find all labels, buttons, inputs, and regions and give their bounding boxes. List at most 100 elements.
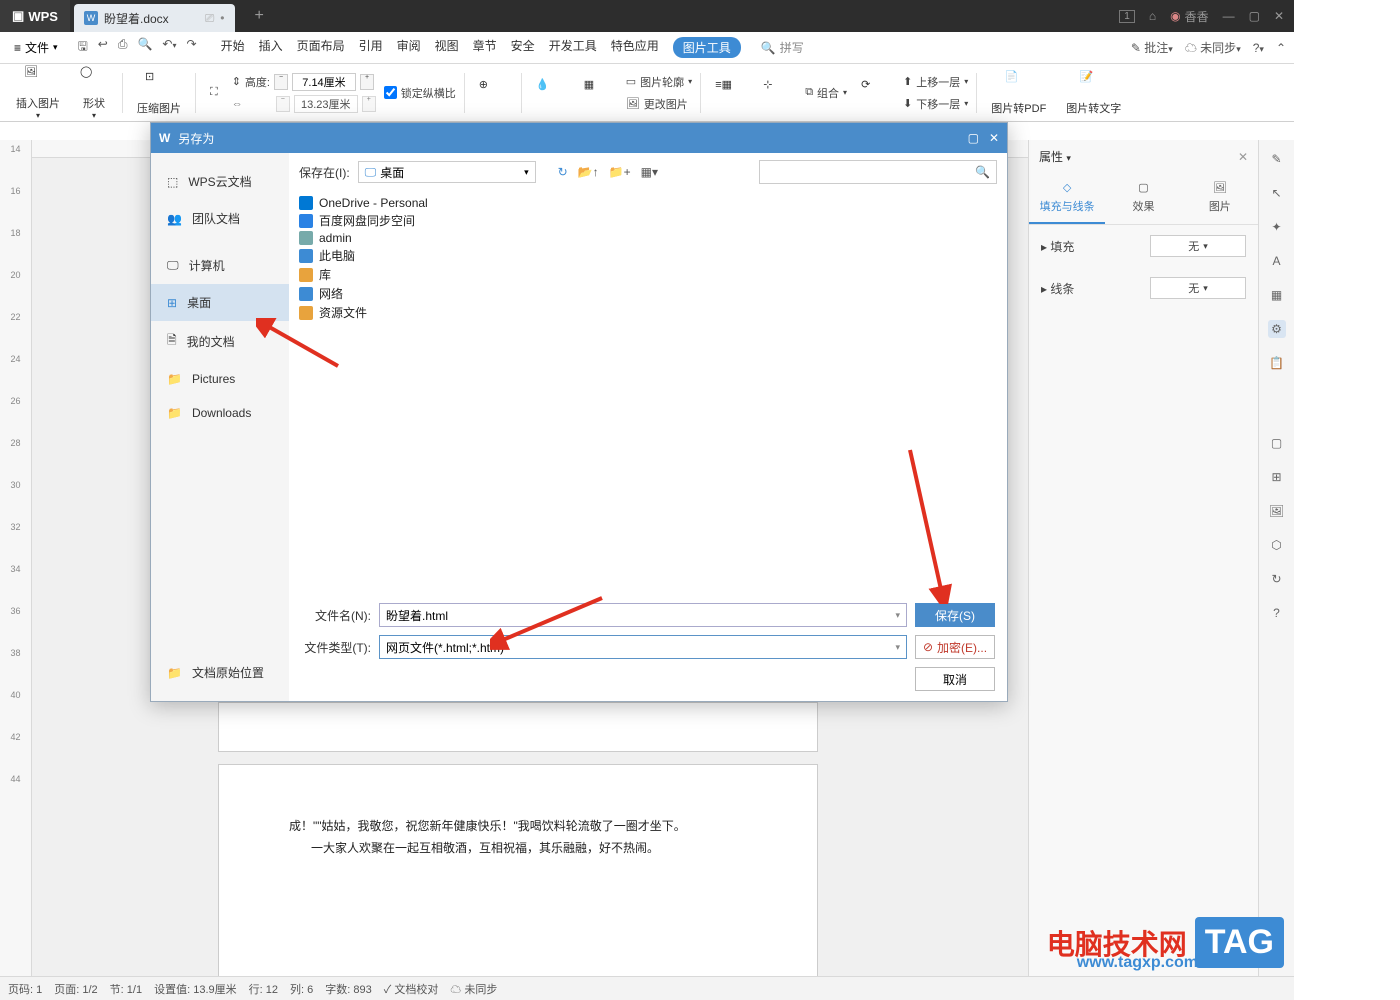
file-resources[interactable]: 资源文件: [299, 303, 997, 322]
to-text-btn[interactable]: 📝图片转文字: [1060, 70, 1127, 116]
filetype-combo[interactable]: 网页文件(*.html;*.htm)▾: [379, 635, 907, 659]
menu-ref[interactable]: 引用: [359, 37, 383, 58]
file-onedrive[interactable]: OneDrive - Personal: [299, 195, 997, 211]
document-page[interactable]: 成！""姑姑，我敬您，祝您新年健康快乐！"我喝饮料轮流敬了一圈才坐下。 一大家人…: [218, 764, 818, 984]
change-pic-btn[interactable]: 🖼 更改图片: [626, 96, 692, 112]
height-plus[interactable]: +: [360, 74, 374, 90]
undo-icon[interactable]: ↶▾: [162, 37, 176, 58]
nav-original-location[interactable]: 📁文档原始位置: [151, 654, 289, 691]
home-icon[interactable]: ⌂: [1149, 9, 1156, 23]
down-layer-btn[interactable]: ⬇ 下移一层▾: [903, 96, 968, 112]
file-network[interactable]: 网络: [299, 284, 997, 303]
sync-status[interactable]: ☁ 未同步: [450, 981, 497, 997]
nav-mydocs[interactable]: 🗎我的文档: [151, 321, 289, 362]
nav-desktop[interactable]: ⊞桌面: [151, 284, 289, 321]
nav-pictures[interactable]: 📁Pictures: [151, 362, 289, 396]
menu-start[interactable]: 开始: [221, 37, 245, 58]
tab-image[interactable]: 🖼图片: [1182, 173, 1258, 224]
box-icon[interactable]: ▢: [1268, 434, 1286, 452]
line-row[interactable]: ▸ 线条 无▾: [1029, 267, 1258, 309]
cancel-button[interactable]: 取消: [915, 667, 995, 691]
insert-image-btn[interactable]: 🖼插入图片▾: [10, 65, 66, 120]
settings-icon[interactable]: ⚙: [1268, 320, 1286, 338]
encrypt-button[interactable]: ⊘加密(E)...: [915, 635, 995, 659]
clipboard-icon[interactable]: 📋: [1268, 354, 1286, 372]
nav-computer[interactable]: 🖵计算机: [151, 247, 289, 284]
filename-input[interactable]: 盼望着.html▾: [379, 603, 907, 627]
table-icon[interactable]: ▦: [1268, 286, 1286, 304]
nav-downloads[interactable]: 📁Downloads: [151, 396, 289, 430]
dialog-max-icon[interactable]: ▢: [968, 131, 979, 145]
minimize-icon[interactable]: —: [1223, 9, 1235, 23]
dialog-close-icon[interactable]: ✕: [989, 131, 999, 145]
dialog-search-input[interactable]: 🔍: [759, 160, 997, 184]
tab-fill-line[interactable]: ◇填充与线条: [1029, 173, 1105, 224]
line-select[interactable]: 无▾: [1150, 277, 1246, 299]
text-icon[interactable]: A: [1268, 252, 1286, 270]
layout-icon[interactable]: ⊞: [1268, 468, 1286, 486]
menu-insert[interactable]: 插入: [259, 37, 283, 58]
redo-icon[interactable]: ↷: [187, 37, 197, 58]
nav-team[interactable]: 👥团队文档: [151, 200, 289, 237]
menu-review[interactable]: 审阅: [397, 37, 421, 58]
proof-btn[interactable]: ✓ 文档校对: [384, 981, 439, 997]
undo-arrow-icon[interactable]: ↩: [98, 37, 108, 58]
file-baidu[interactable]: 百度网盘同步空间: [299, 211, 997, 230]
question-icon[interactable]: ?: [1268, 604, 1286, 622]
search-input[interactable]: 🔍 拼写: [761, 39, 804, 56]
file-menu[interactable]: ≡ 文件▾: [8, 36, 64, 59]
maximize-icon[interactable]: ▢: [1249, 9, 1260, 23]
panel-close-icon[interactable]: ✕: [1238, 150, 1248, 164]
menu-view[interactable]: 视图: [435, 37, 459, 58]
shape-btn[interactable]: ◯形状▾: [74, 65, 114, 120]
file-admin[interactable]: admin: [299, 230, 997, 246]
preview-icon[interactable]: 🔍: [137, 37, 152, 58]
new-folder-icon[interactable]: 📁+: [609, 165, 631, 179]
help-icon[interactable]: ?▾: [1253, 41, 1264, 55]
annotate-btn[interactable]: ✎ 批注▾: [1131, 39, 1173, 56]
file-lib[interactable]: 库: [299, 265, 997, 284]
collapse-icon[interactable]: ⌃: [1276, 41, 1286, 55]
fill-select[interactable]: 无▾: [1150, 235, 1246, 257]
nav-cloud[interactable]: ⬚WPS云文档: [151, 163, 289, 200]
back-icon[interactable]: ↻: [558, 165, 568, 179]
menu-security[interactable]: 安全: [511, 37, 535, 58]
save-button[interactable]: 保存(S): [915, 603, 995, 627]
dialog-titlebar[interactable]: W 另存为 ▢ ✕: [151, 123, 1007, 153]
sync-btn[interactable]: ☁ 未同步▾: [1185, 39, 1241, 56]
align-icon[interactable]: ⊹: [757, 78, 797, 108]
hex-icon[interactable]: ⬡: [1268, 536, 1286, 554]
menu-pictool[interactable]: 图片工具: [673, 37, 741, 58]
fill-row[interactable]: ▸ 填充 无▾: [1029, 225, 1258, 267]
drop-icon[interactable]: 💧: [530, 78, 570, 108]
document-tab[interactable]: W 盼望着.docx ⎚ •: [74, 4, 235, 32]
add-tab-button[interactable]: +: [255, 7, 264, 25]
history-icon[interactable]: ↻: [1268, 570, 1286, 588]
save-icon[interactable]: 🖫: [78, 37, 88, 58]
lock-ratio-checkbox[interactable]: 锁定纵横比: [384, 85, 456, 101]
tab-effect[interactable]: ▢效果: [1105, 173, 1181, 224]
gallery-icon[interactable]: 🖼: [1268, 502, 1286, 520]
file-list[interactable]: OneDrive - Personal 百度网盘同步空间 admin 此电脑 库…: [289, 191, 1007, 597]
width-input[interactable]: [294, 95, 358, 113]
pic-frame-icon[interactable]: ▦: [578, 78, 618, 108]
height-input[interactable]: [292, 73, 356, 91]
add-shape-icon[interactable]: ⊕: [473, 78, 513, 108]
view-icon[interactable]: ▦▾: [641, 165, 658, 179]
height-minus[interactable]: −: [274, 74, 288, 90]
wrap-icon[interactable]: ≡▦: [709, 78, 749, 108]
file-thispc[interactable]: 此电脑: [299, 246, 997, 265]
menu-section[interactable]: 章节: [473, 37, 497, 58]
combine-btn[interactable]: ⧉ 组合▾: [805, 85, 847, 101]
user-label[interactable]: ◉香香: [1170, 8, 1209, 25]
menu-layout[interactable]: 页面布局: [297, 37, 345, 58]
close-icon[interactable]: ✕: [1274, 9, 1284, 23]
edit-icon[interactable]: ✎: [1268, 150, 1286, 168]
crop-icon[interactable]: ⛶: [210, 86, 218, 99]
pic-outline-btn[interactable]: ▭ 图片轮廓▾: [626, 74, 692, 90]
to-pdf-btn[interactable]: 📄图片转PDF: [985, 70, 1052, 116]
up-layer-btn[interactable]: ⬆ 上移一层▾: [903, 74, 968, 90]
sparkle-icon[interactable]: ✦: [1268, 218, 1286, 236]
print-icon[interactable]: ⎙: [118, 37, 128, 58]
location-combo[interactable]: 🖵 桌面 ▾: [358, 161, 536, 183]
